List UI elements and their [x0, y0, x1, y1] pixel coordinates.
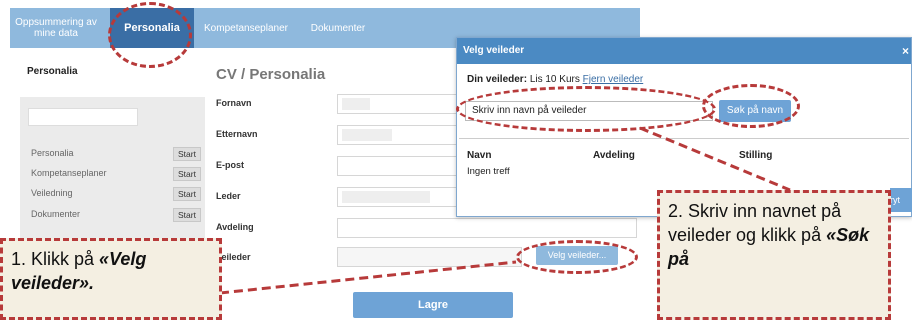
callout-step-2: 2. Skriv inn navnet på veileder og klikk… [657, 190, 891, 320]
callout-2-text: 2. Skriv inn navnet på veileder og klikk… [668, 201, 842, 245]
connector-line-2 [639, 126, 791, 192]
callout-step-1: 1. Klikk på «Velg veileder». [0, 238, 222, 320]
connector-line-1 [219, 260, 517, 295]
callout-1-text: 1. Klikk på [11, 249, 100, 269]
